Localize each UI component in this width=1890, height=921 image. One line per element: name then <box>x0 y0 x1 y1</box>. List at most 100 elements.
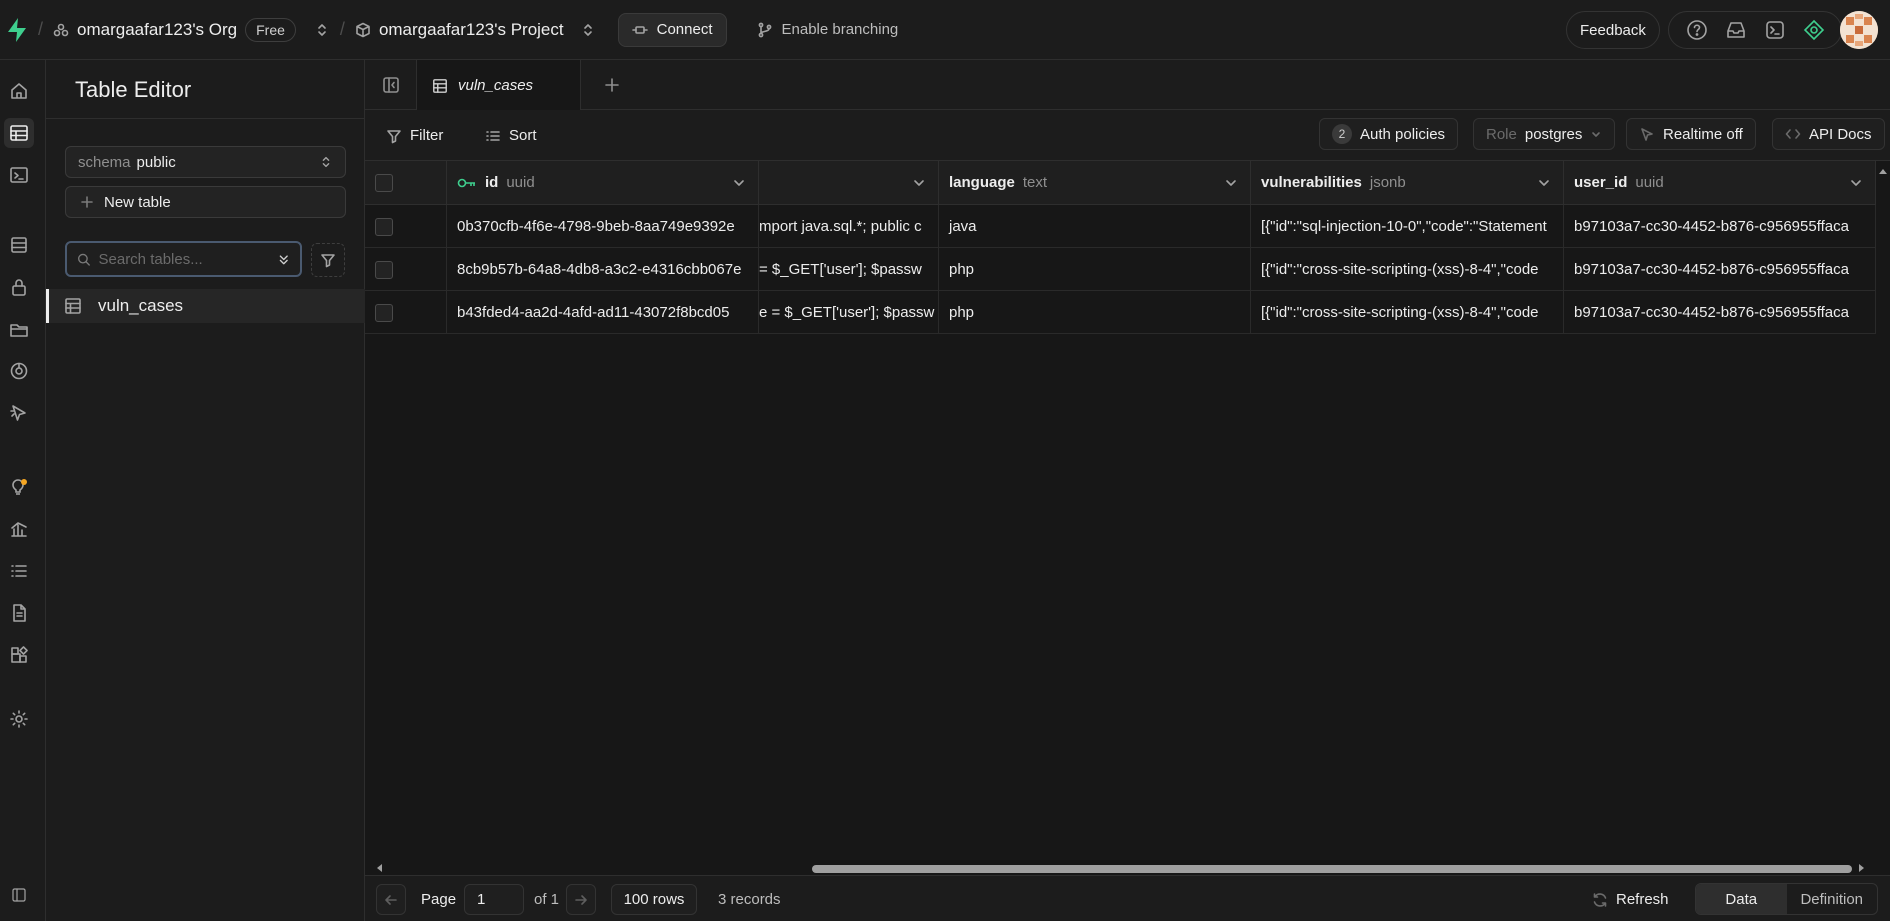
connect-button[interactable]: Connect <box>617 12 727 47</box>
assistant-icon[interactable] <box>1803 19 1825 41</box>
scroll-up-arrow-icon[interactable] <box>1876 165 1890 177</box>
chevron-updown-icon <box>322 156 330 168</box>
row-checkbox[interactable] <box>375 217 393 236</box>
chevron-down-icon <box>1592 132 1601 137</box>
help-icon[interactable] <box>1686 19 1708 41</box>
column-header-language[interactable]: language text <box>939 161 1251 205</box>
select-all-checkbox[interactable] <box>375 173 393 192</box>
filter-button[interactable]: Filter <box>386 120 443 151</box>
chevron-down-icon[interactable] <box>1224 176 1238 190</box>
cell-user-id[interactable]: b97103a7-cc30-4452-b876-c956955ffaca <box>1564 205 1876 248</box>
feedback-button[interactable]: Feedback <box>1566 11 1660 49</box>
add-tab-button[interactable] <box>601 74 623 96</box>
project-name[interactable]: omargaafar123's Project <box>379 20 564 40</box>
cell-code[interactable]: = $_GET['user']; $passw <box>759 248 939 291</box>
edge-functions-icon[interactable] <box>4 356 34 386</box>
chevrons-down-icon[interactable] <box>277 252 291 267</box>
table-editor-icon[interactable] <box>4 118 34 148</box>
storage-icon[interactable] <box>4 314 34 344</box>
search-input[interactable] <box>98 250 269 268</box>
next-page-button[interactable] <box>566 884 596 915</box>
panel-title: Table Editor <box>75 77 192 102</box>
inbox-icon[interactable] <box>1725 19 1747 41</box>
filter-tables-button[interactable] <box>311 243 345 277</box>
auth-policies-button[interactable]: 2 Auth policies <box>1319 118 1459 150</box>
settings-icon[interactable] <box>4 704 34 734</box>
row-checkbox[interactable] <box>375 303 393 322</box>
table-row[interactable]: 0b370cfb-4f6e-4798-9beb-8aa749e9392e mpo… <box>365 205 1876 248</box>
new-table-button[interactable]: New table <box>65 186 346 218</box>
cell-vulnerabilities[interactable]: [{"id":"sql-injection-10-0","code":"Stat… <box>1251 205 1564 248</box>
chevron-down-icon[interactable] <box>1849 176 1863 190</box>
cell-language[interactable]: java <box>939 205 1251 248</box>
sort-button[interactable]: Sort <box>485 120 537 151</box>
org-selector[interactable]: omargaafar123's Org Free <box>53 17 330 42</box>
advisors-icon[interactable] <box>4 472 34 502</box>
api-docs-icon[interactable] <box>4 598 34 628</box>
enable-branching-button[interactable]: Enable branching <box>757 21 898 38</box>
filter-label: Filter <box>410 127 444 144</box>
filter-icon <box>321 254 335 268</box>
supabase-logo-icon[interactable] <box>6 17 28 43</box>
org-name[interactable]: omargaafar123's Org <box>77 20 237 40</box>
horizontal-scroll-thumb[interactable] <box>812 865 1852 873</box>
logs-icon[interactable] <box>4 556 34 586</box>
integrations-icon[interactable] <box>4 640 34 670</box>
cell-vulnerabilities[interactable]: [{"id":"cross-site-scripting-(xss)-8-4",… <box>1251 291 1564 334</box>
row-select-cell <box>365 205 447 248</box>
cell-code[interactable]: mport java.sql.*; public c <box>759 205 939 248</box>
chevron-updown-icon[interactable] <box>580 22 596 38</box>
project-selector[interactable]: omargaafar123's Project <box>355 20 596 40</box>
user-avatar[interactable] <box>1840 11 1878 49</box>
table-name: vuln_cases <box>98 296 184 315</box>
terminal-icon[interactable] <box>1764 19 1786 41</box>
table-row[interactable]: 8cb9b57b-64a8-4db8-a3c2-e4316cbb067e = $… <box>365 248 1876 291</box>
chevron-down-icon[interactable] <box>912 176 926 190</box>
cell-id[interactable]: 8cb9b57b-64a8-4db8-a3c2-e4316cbb067e <box>447 248 759 291</box>
plan-badge: Free <box>245 17 296 42</box>
table-row[interactable]: b43fded4-aa2d-4afd-ad11-43072f8bcd05 e =… <box>365 291 1876 334</box>
sidebar-toggle-icon[interactable] <box>4 880 34 910</box>
cell-user-id[interactable]: b97103a7-cc30-4452-b876-c956955ffaca <box>1564 291 1876 334</box>
cell-language[interactable]: php <box>939 248 1251 291</box>
refresh-button[interactable]: Refresh <box>1592 884 1669 915</box>
collapse-panel-button[interactable] <box>365 60 417 110</box>
cell-language[interactable]: php <box>939 291 1251 334</box>
data-view-tab[interactable]: Data <box>1696 884 1787 914</box>
tab-vuln-cases[interactable]: vuln_cases <box>417 60 581 111</box>
realtime-toggle[interactable]: Realtime off <box>1626 118 1756 150</box>
auth-icon[interactable] <box>4 272 34 302</box>
chevron-down-icon[interactable] <box>1537 176 1551 190</box>
api-docs-button[interactable]: API Docs <box>1772 118 1885 150</box>
prev-page-button[interactable] <box>376 884 406 915</box>
cell-vulnerabilities[interactable]: [{"id":"cross-site-scripting-(xss)-8-4",… <box>1251 248 1564 291</box>
column-header-id[interactable]: id uuid <box>447 161 759 205</box>
role-selector[interactable]: Role postgres <box>1473 118 1616 150</box>
page-input[interactable]: 1 <box>464 884 524 915</box>
chevron-down-icon[interactable] <box>732 176 746 190</box>
chevron-updown-icon[interactable] <box>314 22 330 38</box>
rows-per-page-button[interactable]: 100 rows <box>611 884 697 915</box>
select-all-header <box>365 161 447 205</box>
database-icon[interactable] <box>4 230 34 260</box>
cell-id[interactable]: b43fded4-aa2d-4afd-ad11-43072f8bcd05 <box>447 291 759 334</box>
horizontal-scrollbar[interactable] <box>365 861 1876 875</box>
schema-selector[interactable]: schema public <box>65 146 346 178</box>
definition-view-tab[interactable]: Definition <box>1787 884 1878 914</box>
cell-code[interactable]: e = $_GET['user']; $passw <box>759 291 939 334</box>
cell-id[interactable]: 0b370cfb-4f6e-4798-9beb-8aa749e9392e <box>447 205 759 248</box>
sql-editor-icon[interactable] <box>4 160 34 190</box>
realtime-icon[interactable] <box>4 398 34 428</box>
scroll-left-arrow-icon[interactable] <box>373 861 385 875</box>
column-header-code[interactable] <box>759 161 939 205</box>
column-header-user-id[interactable]: user_id uuid <box>1564 161 1876 205</box>
sidebar-item-vuln-cases[interactable]: vuln_cases <box>46 289 365 323</box>
reports-icon[interactable] <box>4 514 34 544</box>
search-tables-field[interactable] <box>65 241 302 277</box>
scroll-right-arrow-icon[interactable] <box>1856 861 1868 875</box>
column-header-vulnerabilities[interactable]: vulnerabilities jsonb <box>1251 161 1564 205</box>
vertical-scrollbar[interactable] <box>1876 161 1890 909</box>
row-checkbox[interactable] <box>375 260 393 279</box>
home-icon[interactable] <box>4 76 34 106</box>
cell-user-id[interactable]: b97103a7-cc30-4452-b876-c956955ffaca <box>1564 248 1876 291</box>
